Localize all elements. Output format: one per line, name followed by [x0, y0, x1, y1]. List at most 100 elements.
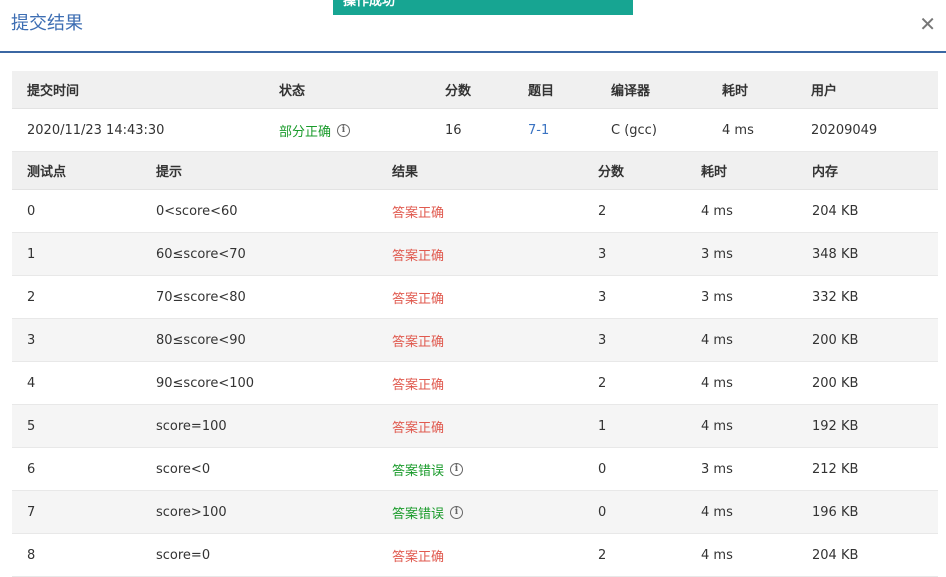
status-badge[interactable]: 部分正确 i [279, 109, 351, 151]
case-score: 0 [598, 461, 607, 477]
modal-header: 提交结果 ✕ [0, 0, 946, 53]
case-result-text: 答案错误 [392, 506, 445, 522]
table-row: 5 score=100 答案正确 1 4 ms 192 KB [12, 405, 938, 448]
case-result-text: 答案正确 [392, 377, 445, 393]
case-score: 2 [598, 547, 607, 563]
case-result: 答案正确 [392, 405, 444, 447]
header-hint: 提示 [156, 165, 183, 180]
modal-title: 提交结果 [11, 13, 83, 34]
case-time: 4 ms [701, 547, 733, 563]
case-score: 3 [598, 246, 607, 262]
header-submit-time: 提交时间 [27, 84, 80, 99]
case-result: 答案正确 [392, 190, 444, 232]
case-result-text: 答案正确 [392, 291, 445, 307]
case-hint: 90≤score<100 [156, 375, 255, 391]
status-text: 部分正确 [279, 124, 332, 140]
case-id: 3 [27, 332, 36, 348]
case-score: 2 [598, 203, 607, 219]
total-score: 16 [445, 122, 462, 138]
case-id: 8 [27, 547, 36, 563]
case-id: 7 [27, 504, 36, 520]
case-time: 3 ms [701, 246, 733, 262]
case-result: 答案正确 [392, 319, 444, 361]
case-score: 3 [598, 332, 607, 348]
case-result: 答案正确 [392, 534, 444, 576]
table-row: 0 0<score<60 答案正确 2 4 ms 204 KB [12, 190, 938, 233]
case-time: 3 ms [701, 289, 733, 305]
case-score: 2 [598, 375, 607, 391]
case-time: 4 ms [701, 332, 733, 348]
case-hint: 80≤score<90 [156, 332, 246, 348]
summary-header-row: 提交时间 状态 分数 题目 编译器 耗时 用户 [12, 71, 938, 109]
header-user: 用户 [811, 84, 838, 99]
case-memory: 200 KB [812, 375, 859, 391]
case-id: 2 [27, 289, 36, 305]
header-score: 分数 [445, 84, 472, 99]
header-case-time: 耗时 [701, 165, 728, 180]
case-memory: 332 KB [812, 289, 859, 305]
header-status: 状态 [279, 84, 306, 99]
case-memory: 192 KB [812, 418, 859, 434]
case-result: 答案正确 [392, 276, 444, 318]
header-result: 结果 [392, 165, 419, 180]
header-case-score: 分数 [598, 165, 625, 180]
case-memory: 204 KB [812, 203, 859, 219]
case-score: 1 [598, 418, 607, 434]
case-id: 6 [27, 461, 36, 477]
header-elapsed: 耗时 [722, 84, 749, 99]
case-result[interactable]: 答案错误 i [392, 491, 464, 533]
case-hint: score<0 [156, 461, 211, 477]
case-memory: 212 KB [812, 461, 859, 477]
compiler: C (gcc) [611, 122, 657, 138]
table-row: 3 80≤score<90 答案正确 3 4 ms 200 KB [12, 319, 938, 362]
case-result-text: 答案错误 [392, 463, 445, 479]
case-memory: 348 KB [812, 246, 859, 262]
elapsed-time: 4 ms [722, 122, 754, 138]
table-row: 1 60≤score<70 答案正确 3 3 ms 348 KB [12, 233, 938, 276]
problem-link[interactable]: 7-1 [528, 109, 549, 151]
table-row: 7 score>100 答案错误 i 0 4 ms 196 KB [12, 491, 938, 534]
header-problem: 题目 [528, 84, 555, 99]
case-result-text: 答案正确 [392, 549, 445, 565]
table-row: 2 70≤score<80 答案正确 3 3 ms 332 KB [12, 276, 938, 319]
case-id: 4 [27, 375, 36, 391]
close-icon[interactable]: ✕ [919, 12, 936, 36]
case-id: 5 [27, 418, 36, 434]
header-compiler: 编译器 [611, 84, 651, 99]
case-result[interactable]: 答案错误 i [392, 448, 464, 490]
case-hint: score>100 [156, 504, 227, 520]
case-time: 4 ms [701, 418, 733, 434]
user-id: 20209049 [811, 122, 878, 138]
case-memory: 200 KB [812, 332, 859, 348]
case-hint: 0<score<60 [156, 203, 238, 219]
case-time: 3 ms [701, 461, 733, 477]
submit-time: 2020/11/23 14:43:30 [27, 122, 165, 138]
case-result-text: 答案正确 [392, 420, 445, 436]
case-memory: 196 KB [812, 504, 859, 520]
case-score: 3 [598, 289, 607, 305]
case-result-text: 答案正确 [392, 248, 445, 264]
info-icon[interactable]: i [450, 462, 464, 476]
table-row: 6 score<0 答案错误 i 0 3 ms 212 KB [12, 448, 938, 491]
case-hint: 60≤score<70 [156, 246, 246, 262]
case-result: 答案正确 [392, 233, 444, 275]
case-memory: 204 KB [812, 547, 859, 563]
case-hint: score=100 [156, 418, 227, 434]
case-result-text: 答案正确 [392, 334, 445, 350]
table-row: 8 score=0 答案正确 2 4 ms 204 KB [12, 534, 938, 577]
case-id: 1 [27, 246, 36, 262]
summary-row: 2020/11/23 14:43:30 部分正确 i 16 7-1 C (gcc… [12, 109, 938, 152]
info-icon[interactable]: i [337, 123, 351, 137]
case-id: 0 [27, 203, 36, 219]
cases-header-row: 测试点 提示 结果 分数 耗时 内存 [12, 152, 938, 190]
header-memory: 内存 [812, 165, 839, 180]
header-test-point: 测试点 [27, 165, 67, 180]
table-row: 4 90≤score<100 答案正确 2 4 ms 200 KB [12, 362, 938, 405]
case-result-text: 答案正确 [392, 205, 445, 221]
case-time: 4 ms [701, 375, 733, 391]
info-icon[interactable]: i [450, 505, 464, 519]
case-time: 4 ms [701, 203, 733, 219]
case-hint: score=0 [156, 547, 211, 563]
case-score: 0 [598, 504, 607, 520]
case-hint: 70≤score<80 [156, 289, 246, 305]
